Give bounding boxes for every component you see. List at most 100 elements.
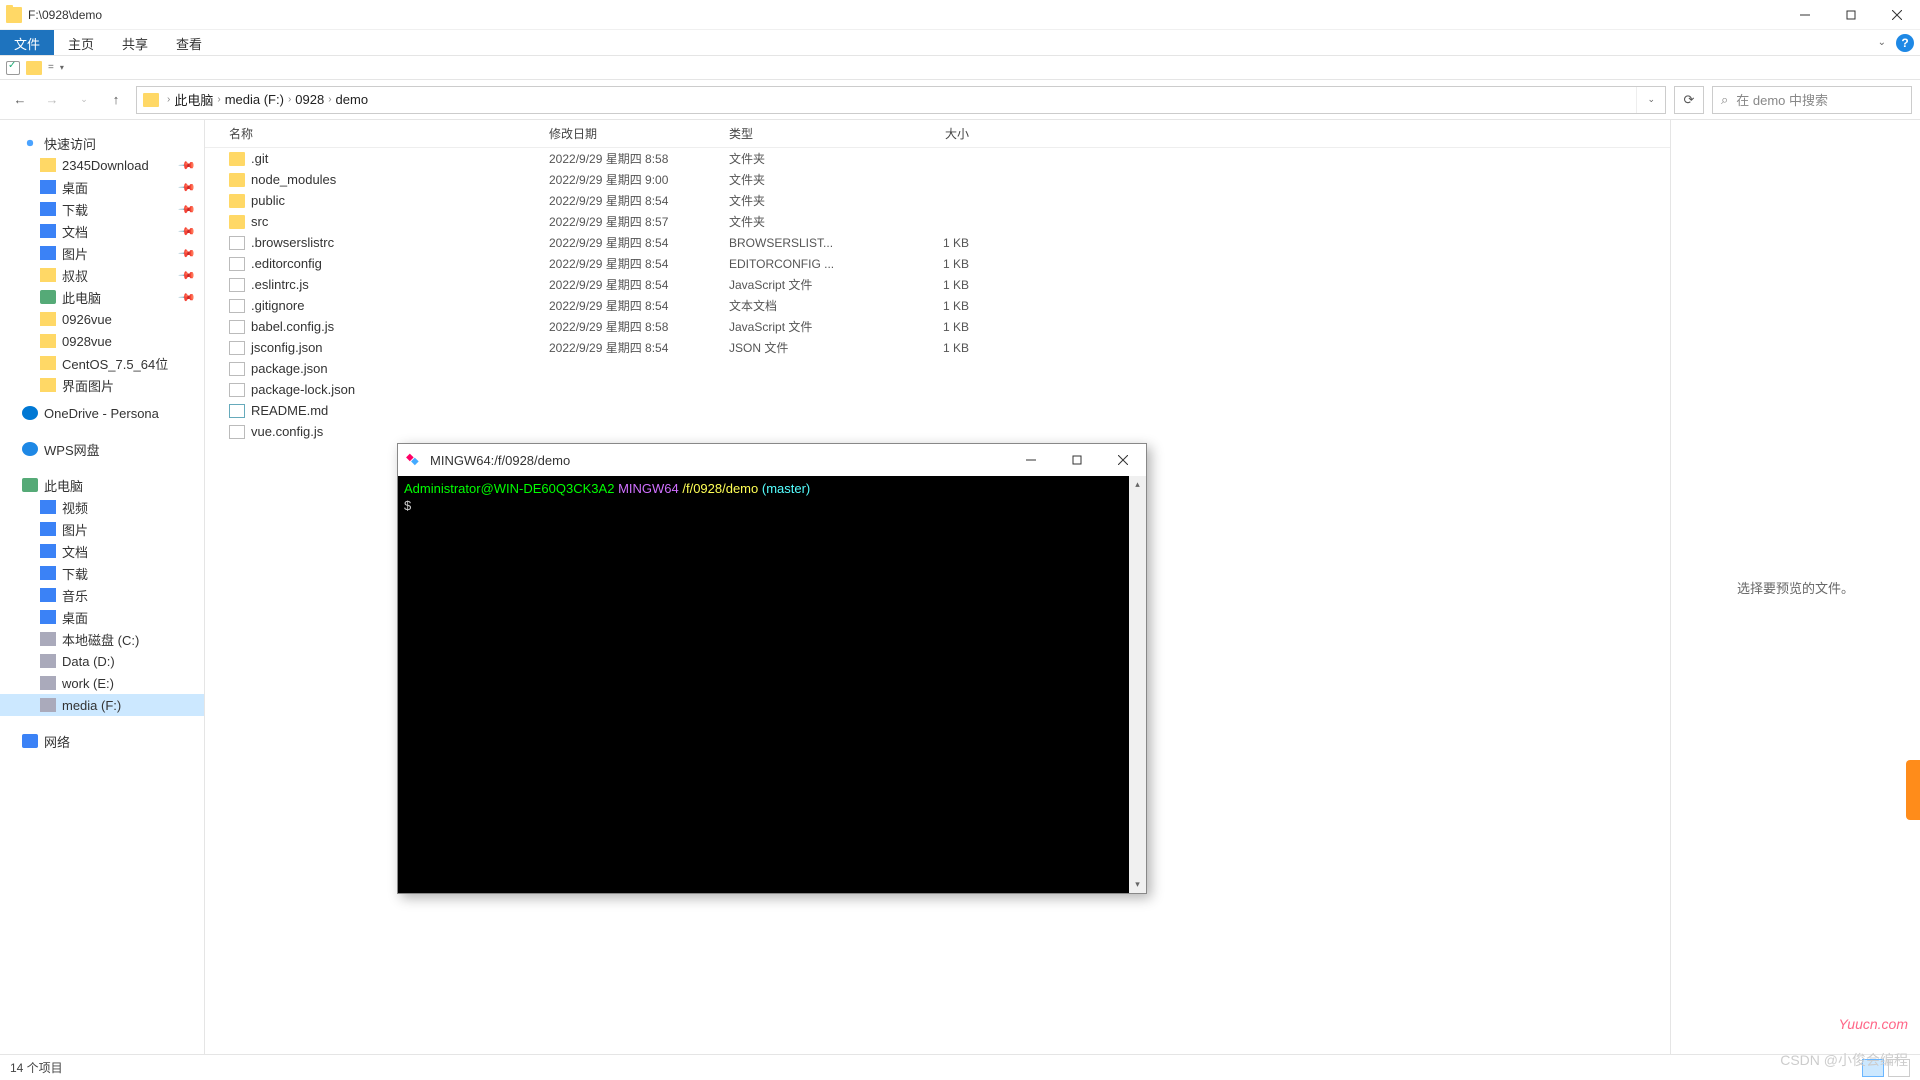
file-row[interactable]: babel.config.js 2022/9/29 星期四 8:58 JavaS…	[205, 316, 1670, 337]
pin-icon: 📌	[178, 222, 197, 241]
file-row[interactable]: .eslintrc.js 2022/9/29 星期四 8:54 JavaScri…	[205, 274, 1670, 295]
qat-customize-icon[interactable]: ▾	[60, 63, 64, 72]
properties-icon[interactable]	[6, 61, 20, 75]
sidebar-item[interactable]: 0928vue	[0, 330, 204, 352]
ribbon-expand-icon[interactable]: ⌄	[1878, 37, 1886, 48]
sidebar-item[interactable]: CentOS_7.5_64位	[0, 352, 204, 374]
file-type: 文件夹	[729, 171, 879, 188]
recent-dropdown-icon[interactable]: ⌄	[72, 88, 96, 112]
sidebar-item[interactable]: 图片	[0, 518, 204, 540]
file-row[interactable]: src 2022/9/29 星期四 8:57 文件夹	[205, 211, 1670, 232]
tab-view[interactable]: 查看	[162, 30, 216, 55]
ribbon-tabs: 文件 主页 共享 查看 ⌄ ?	[0, 30, 1920, 56]
file-row[interactable]: jsconfig.json 2022/9/29 星期四 8:54 JSON 文件…	[205, 337, 1670, 358]
sidebar-item[interactable]: 音乐	[0, 584, 204, 606]
up-button[interactable]: ↑	[104, 88, 128, 112]
file-row[interactable]: public 2022/9/29 星期四 8:54 文件夹	[205, 190, 1670, 211]
sidebar-item[interactable]: 本地磁盘 (C:)	[0, 628, 204, 650]
file-row[interactable]: node_modules 2022/9/29 星期四 9:00 文件夹	[205, 169, 1670, 190]
qat-overflow-icon[interactable]: =	[48, 62, 54, 73]
sidebar-item[interactable]: 此电脑📌	[0, 286, 204, 308]
sidebar-item[interactable]: 下载	[0, 562, 204, 584]
sidebar-item[interactable]: media (F:)	[0, 694, 204, 716]
sidebar-wps[interactable]: WPS网盘	[0, 438, 204, 460]
sidebar-item[interactable]: 界面图片	[0, 374, 204, 396]
network-icon	[22, 734, 38, 748]
file-row[interactable]: .editorconfig 2022/9/29 星期四 8:54 EDITORC…	[205, 253, 1670, 274]
terminal-body[interactable]: Administrator@WIN-DE60Q3CK3A2 MINGW64 /f…	[398, 476, 1146, 893]
sidebar-onedrive[interactable]: OneDrive - Persona	[0, 402, 204, 424]
column-size[interactable]: 大小	[879, 125, 969, 142]
address-bar[interactable]: › 此电脑 › media (F:) › 0928 › demo ⌄	[136, 86, 1666, 114]
file-row[interactable]: README.md	[205, 400, 1670, 421]
file-row[interactable]: .gitignore 2022/9/29 星期四 8:54 文本文档 1 KB	[205, 295, 1670, 316]
refresh-button[interactable]: ⟳	[1674, 86, 1704, 114]
chevron-right-icon[interactable]: ›	[288, 94, 291, 105]
file-type: EDITORCONFIG ...	[729, 257, 879, 271]
breadcrumb-item[interactable]: media (F:)	[225, 92, 284, 107]
column-type[interactable]: 类型	[729, 125, 879, 142]
terminal-titlebar[interactable]: MINGW64:/f/0928/demo	[398, 444, 1146, 476]
chevron-right-icon[interactable]: ›	[167, 94, 170, 105]
address-dropdown-icon[interactable]: ⌄	[1636, 87, 1665, 113]
sidebar-thispc[interactable]: 此电脑	[0, 474, 204, 496]
file-row[interactable]: vue.config.js	[205, 421, 1670, 442]
column-date[interactable]: 修改日期	[549, 125, 729, 142]
file-row[interactable]: .git 2022/9/29 星期四 8:58 文件夹	[205, 148, 1670, 169]
close-button[interactable]	[1874, 0, 1920, 30]
item-icon	[40, 588, 56, 602]
tab-file[interactable]: 文件	[0, 30, 54, 55]
file-date: 2022/9/29 星期四 8:54	[549, 339, 729, 356]
preview-pane: 选择要预览的文件。	[1670, 120, 1920, 1054]
sidebar-item[interactable]: 下载📌	[0, 198, 204, 220]
sidebar-item[interactable]: 文档📌	[0, 220, 204, 242]
file-date: 2022/9/29 星期四 8:54	[549, 255, 729, 272]
chevron-right-icon[interactable]: ›	[328, 94, 331, 105]
tab-share[interactable]: 共享	[108, 30, 162, 55]
forward-button[interactable]: →	[40, 88, 64, 112]
file-type: JSON 文件	[729, 339, 879, 356]
sidebar-item[interactable]: 桌面📌	[0, 176, 204, 198]
new-folder-icon[interactable]	[26, 61, 42, 75]
breadcrumb-item[interactable]: 0928	[295, 92, 324, 107]
sidebar-item[interactable]: 文档	[0, 540, 204, 562]
sidebar-item[interactable]: 2345Download📌	[0, 154, 204, 176]
terminal-maximize-button[interactable]	[1054, 444, 1100, 476]
scroll-down-icon[interactable]: ▾	[1129, 876, 1146, 893]
file-name: public	[251, 193, 285, 208]
help-icon[interactable]: ?	[1896, 34, 1914, 52]
file-size: 1 KB	[879, 320, 969, 334]
file-row[interactable]: package.json	[205, 358, 1670, 379]
file-date: 2022/9/29 星期四 9:00	[549, 171, 729, 188]
sidebar-item[interactable]: 叔叔📌	[0, 264, 204, 286]
tab-home[interactable]: 主页	[54, 30, 108, 55]
minimize-button[interactable]	[1782, 0, 1828, 30]
sidebar-item[interactable]: 桌面	[0, 606, 204, 628]
sidebar-item[interactable]: 图片📌	[0, 242, 204, 264]
terminal-scrollbar[interactable]: ▴ ▾	[1129, 476, 1146, 893]
file-icon	[229, 299, 245, 313]
sidebar-quick-access[interactable]: 快速访问	[0, 132, 204, 154]
breadcrumb-item[interactable]: 此电脑	[174, 90, 213, 109]
file-icon	[229, 341, 245, 355]
sidebar-item[interactable]: 0926vue	[0, 308, 204, 330]
sidebar-item[interactable]: Data (D:)	[0, 650, 204, 672]
file-date: 2022/9/29 星期四 8:54	[549, 297, 729, 314]
file-row[interactable]: .browserslistrc 2022/9/29 星期四 8:54 BROWS…	[205, 232, 1670, 253]
column-name[interactable]: 名称	[229, 125, 549, 142]
sidebar-item[interactable]: work (E:)	[0, 672, 204, 694]
scroll-up-icon[interactable]: ▴	[1129, 476, 1146, 493]
back-button[interactable]: ←	[8, 88, 32, 112]
terminal-minimize-button[interactable]	[1008, 444, 1054, 476]
sidebar-network[interactable]: 网络	[0, 730, 204, 752]
maximize-button[interactable]	[1828, 0, 1874, 30]
chevron-right-icon[interactable]: ›	[217, 94, 220, 105]
terminal-close-button[interactable]	[1100, 444, 1146, 476]
preview-empty-text: 选择要预览的文件。	[1737, 578, 1854, 597]
side-feedback-tab[interactable]	[1906, 760, 1920, 820]
breadcrumb-item[interactable]: demo	[336, 92, 369, 107]
file-row[interactable]: package-lock.json	[205, 379, 1670, 400]
prompt-user: Administrator@WIN-DE60Q3CK3A2	[404, 481, 614, 496]
search-box[interactable]: ⌕ 在 demo 中搜索	[1712, 86, 1912, 114]
sidebar-item[interactable]: 视频	[0, 496, 204, 518]
